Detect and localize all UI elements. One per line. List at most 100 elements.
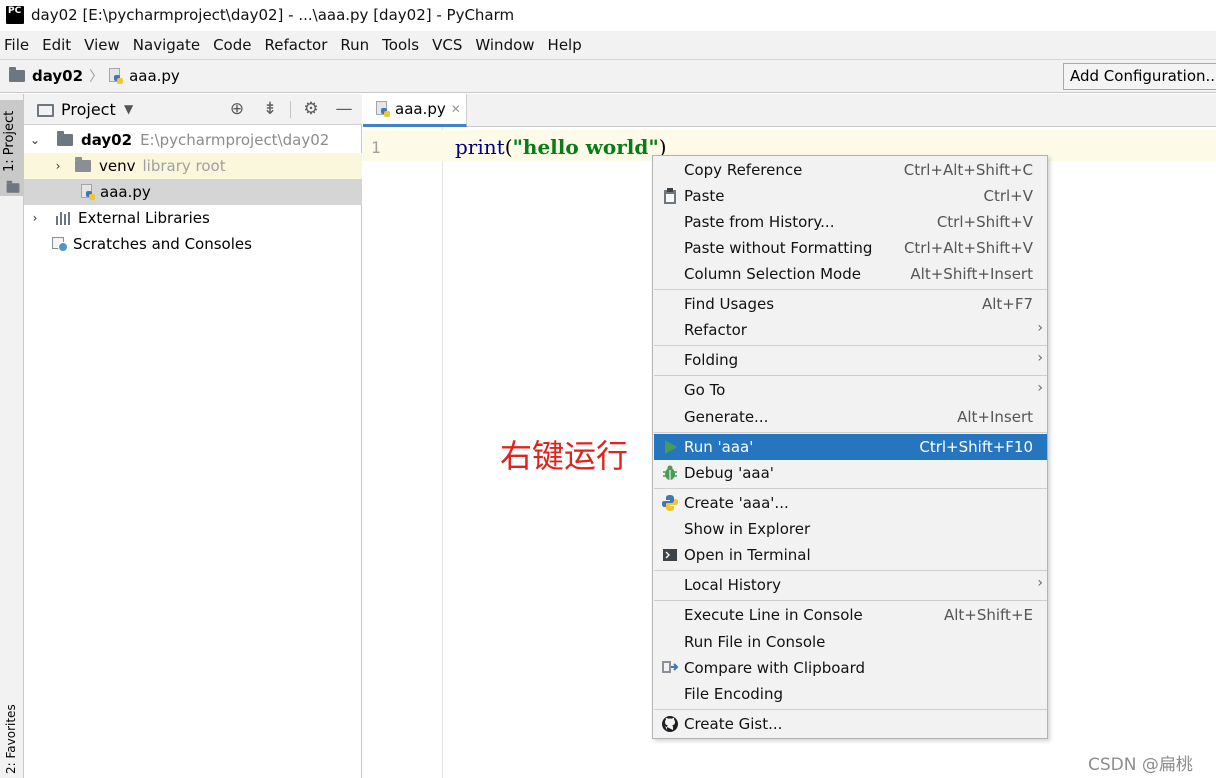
menu-item-execute-line-in-console[interactable]: Execute Line in Console Alt+Shift+E (654, 602, 1047, 628)
locate-target-icon[interactable]: ⊕ (227, 99, 247, 119)
menu-item-refactor[interactable]: Refactor › (654, 317, 1047, 343)
menu-separator (654, 570, 1047, 571)
menu-bar: File Edit View Navigate Code Refactor Ru… (0, 31, 1216, 59)
hide-panel-icon[interactable]: — (334, 99, 354, 119)
menu-help[interactable]: Help (548, 36, 582, 54)
tab-aaa-py[interactable]: aaa.py ✕ (363, 94, 467, 127)
debug-icon (661, 464, 679, 482)
menu-code[interactable]: Code (213, 36, 251, 54)
tree-item-label: External Libraries (78, 209, 210, 227)
menu-item-show-in-explorer[interactable]: Show in Explorer (654, 516, 1047, 542)
tree-item-label: day02 (81, 131, 133, 149)
tree-item-scratches[interactable]: Scratches and Consoles (24, 231, 362, 257)
menu-item-create-gist[interactable]: Create Gist... (654, 711, 1047, 737)
project-tool-tab[interactable]: 1: Project (0, 100, 23, 196)
folder-icon (75, 157, 91, 172)
folder-icon (57, 131, 73, 146)
tree-item-aaa-py[interactable]: aaa.py (24, 179, 362, 205)
line-gutter (363, 127, 443, 778)
left-tool-strip: 1: Project 2: Favorites (0, 94, 24, 778)
project-panel: Project ▼ ⊕ ⇟ ⚙ — ⌄ day02 E:\pycharmproj… (24, 94, 362, 778)
menu-item-column-selection-mode[interactable]: Column Selection Mode Alt+Shift+Insert (654, 261, 1047, 287)
code-line[interactable]: print("hello world") (455, 135, 667, 159)
window-title: day02 [E:\pycharmproject\day02] - ...\aa… (31, 6, 515, 24)
breadcrumb-file[interactable]: aaa.py (129, 67, 180, 85)
menu-separator (654, 600, 1047, 601)
menu-item-create-aaa[interactable]: Create 'aaa'... (654, 490, 1047, 516)
chevron-right-icon[interactable]: › (51, 159, 65, 173)
menu-separator (654, 488, 1047, 489)
tree-item-day02[interactable]: ⌄ day02 E:\pycharmproject\day02 (24, 127, 362, 153)
line-number: 1 (371, 138, 381, 157)
tree-item-external-libraries[interactable]: › External Libraries (24, 205, 362, 231)
project-tool-tab-label: 1: Project (2, 110, 17, 172)
close-icon[interactable]: ✕ (451, 102, 461, 116)
menu-item-compare-with-clipboard[interactable]: Compare with Clipboard (654, 655, 1047, 681)
favorites-tool-tab[interactable]: 2: Favorites (4, 694, 18, 774)
menu-item-paste-without-formatting[interactable]: Paste without Formatting Ctrl+Alt+Shift+… (654, 235, 1047, 261)
menu-file[interactable]: File (4, 36, 29, 54)
scratches-icon (52, 236, 69, 252)
menu-vcs[interactable]: VCS (432, 36, 462, 54)
compare-icon (661, 659, 679, 677)
clipboard-icon (661, 187, 679, 205)
tree-item-label: Scratches and Consoles (73, 235, 252, 253)
caret-down-icon[interactable]: ▼ (124, 102, 133, 116)
python-file-icon (376, 100, 390, 118)
menu-item-debug-aaa[interactable]: Debug 'aaa' (654, 460, 1047, 486)
chevron-right-icon: › (1037, 380, 1043, 396)
menu-item-generate[interactable]: Generate... Alt+Insert (654, 404, 1047, 430)
menu-edit[interactable]: Edit (42, 36, 71, 54)
watermark-text: CSDN @扁桃 (1088, 755, 1193, 775)
chevron-right-icon: › (1037, 320, 1043, 336)
chevron-right-icon[interactable]: › (28, 211, 42, 225)
folder-icon (9, 67, 25, 82)
chevron-down-icon[interactable]: ⌄ (28, 133, 42, 147)
code-string: "hello world" (512, 135, 659, 159)
libraries-icon (56, 211, 72, 225)
project-folder-icon (6, 180, 20, 193)
menu-run[interactable]: Run (340, 36, 369, 54)
context-menu: Copy Reference Ctrl+Alt+Shift+C Paste Ct… (652, 155, 1048, 739)
project-view-selector[interactable]: Project (61, 100, 116, 119)
menu-separator (654, 432, 1047, 433)
tree-item-venv[interactable]: › venv library root (24, 153, 362, 179)
breadcrumb-project[interactable]: day02 (32, 67, 83, 85)
header-divider (290, 101, 291, 118)
project-panel-header: Project ▼ ⊕ ⇟ ⚙ — (24, 94, 362, 125)
menu-separator (654, 709, 1047, 710)
title-bar: PC day02 [E:\pycharmproject\day02] - ...… (0, 0, 1216, 30)
tree-item-label: aaa.py (100, 183, 151, 201)
breadcrumb-separator: 〉 (89, 69, 104, 85)
menu-refactor[interactable]: Refactor (264, 36, 327, 54)
python-file-icon (109, 67, 124, 85)
collapse-all-icon[interactable]: ⇟ (260, 99, 280, 119)
chevron-right-icon: › (1037, 575, 1043, 591)
menu-item-file-encoding[interactable]: File Encoding (654, 681, 1047, 707)
menu-window[interactable]: Window (475, 36, 534, 54)
menu-item-find-usages[interactable]: Find Usages Alt+F7 (654, 291, 1047, 317)
menu-view[interactable]: View (84, 36, 120, 54)
menu-item-go-to[interactable]: Go To › (654, 377, 1047, 403)
pycharm-logo-icon: PC (6, 6, 24, 24)
menu-item-run-file-in-console[interactable]: Run File in Console (654, 629, 1047, 655)
menu-item-copy-reference[interactable]: Copy Reference Ctrl+Alt+Shift+C (654, 157, 1047, 183)
gear-icon[interactable]: ⚙ (301, 99, 321, 119)
menu-item-local-history[interactable]: Local History › (654, 572, 1047, 598)
editor-tab-bar: aaa.py ✕ (363, 94, 1216, 127)
menu-item-paste-from-history[interactable]: Paste from History... Ctrl+Shift+V (654, 209, 1047, 235)
terminal-icon (661, 546, 679, 564)
menu-tools[interactable]: Tools (382, 36, 419, 54)
menu-item-paste[interactable]: Paste Ctrl+V (654, 183, 1047, 209)
menu-separator (654, 375, 1047, 376)
navigation-bar: day02 〉 aaa.py Add Configuration... (0, 59, 1216, 93)
tree-item-hint: library root (142, 157, 226, 175)
menu-navigate[interactable]: Navigate (133, 36, 200, 54)
menu-item-open-in-terminal[interactable]: Open in Terminal (654, 542, 1047, 568)
chevron-right-icon: › (1037, 350, 1043, 366)
add-configuration-button[interactable]: Add Configuration... (1063, 63, 1216, 90)
menu-item-run-aaa[interactable]: Run 'aaa' Ctrl+Shift+F10 (654, 434, 1047, 460)
menu-item-folding[interactable]: Folding › (654, 347, 1047, 373)
menu-separator (654, 289, 1047, 290)
run-icon (661, 438, 679, 456)
